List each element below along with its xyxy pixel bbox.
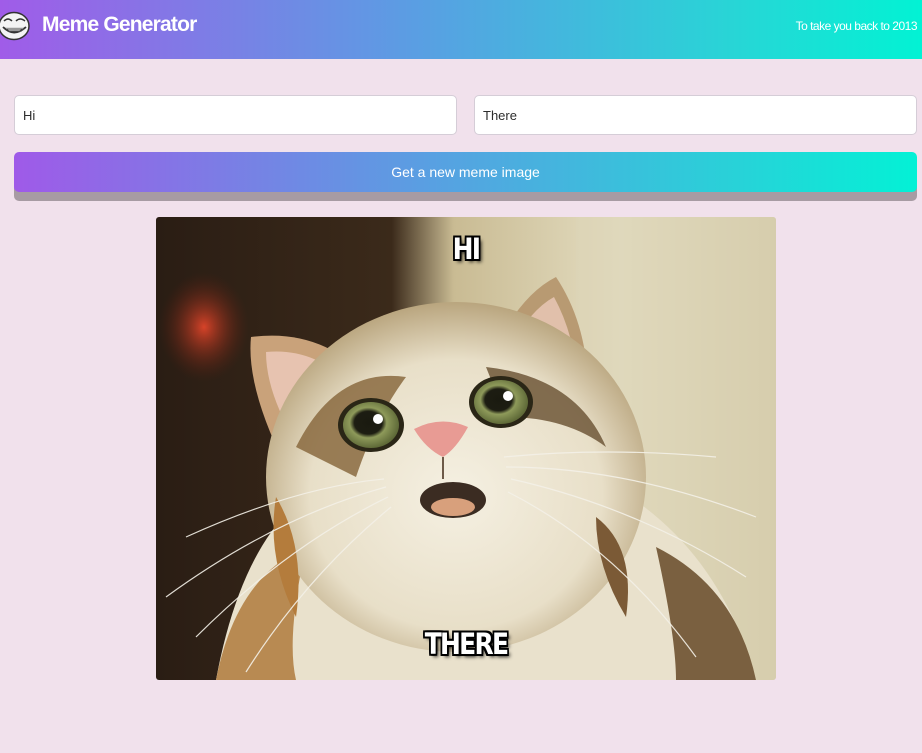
- top-text-input[interactable]: [14, 95, 457, 135]
- surprised-cat-image: [156, 217, 776, 680]
- meme-image: HI THERE: [156, 217, 776, 680]
- app-header: Meme Generator To take you back to 2013: [0, 0, 922, 59]
- bottom-text-input[interactable]: [474, 95, 917, 135]
- meme-bottom-caption: THERE: [424, 627, 509, 661]
- get-meme-button[interactable]: Get a new meme image: [14, 152, 917, 192]
- app-title: Meme Generator: [42, 13, 197, 36]
- app-tagline: To take you back to 2013: [795, 19, 918, 33]
- trollface-icon: [0, 11, 30, 41]
- meme-top-caption: HI: [452, 232, 481, 266]
